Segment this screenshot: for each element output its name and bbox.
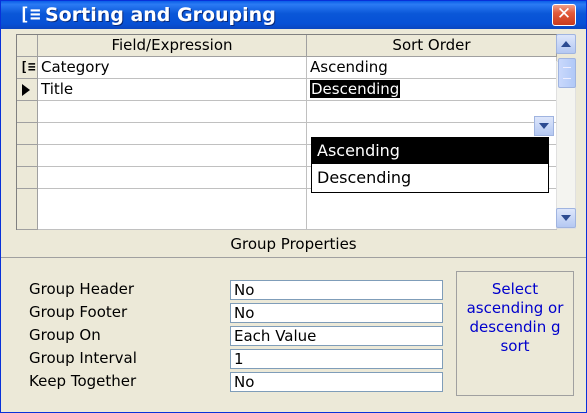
field-cell[interactable] [38,101,307,123]
sort-order-cell [307,189,557,230]
row-selector-header[interactable] [17,35,38,57]
column-header-field: Field/Expression [38,35,307,57]
scroll-up-button[interactable] [556,34,576,54]
column-header-sort-order: Sort Order [307,35,557,57]
row-selector[interactable] [17,145,38,167]
row-selector[interactable] [17,79,38,101]
sorting-grid: Field/Expression Sort Order [≡ Category … [16,34,557,230]
scroll-thumb[interactable] [558,58,576,88]
group-interval-field[interactable]: 1 [230,349,443,369]
field-cell[interactable] [38,145,307,167]
field-cell[interactable] [38,167,307,189]
field-cell[interactable]: Title [38,79,307,101]
group-header-field[interactable]: No [230,280,443,300]
divider [1,257,586,258]
help-text-panel: Select ascending or descendin g sort [456,271,574,396]
group-interval-label: Group Interval [29,349,137,367]
current-row-arrow-icon [22,84,30,96]
dropdown-option-ascending[interactable]: Ascending [312,138,548,164]
keep-together-field[interactable]: No [230,372,443,392]
row-selector[interactable] [17,167,38,189]
sort-order-cell[interactable] [307,101,557,123]
sort-order-combo[interactable]: Descending [307,79,557,101]
sort-order-cell[interactable]: Ascending [307,57,557,79]
sorting-grouping-icon: [≡ [19,4,41,25]
group-footer-field[interactable]: No [230,303,443,323]
row-selector[interactable]: [≡ [17,57,38,79]
group-icon: [≡ [20,60,36,75]
sorting-grouping-dialog: [≡ Sorting and Grouping ✕ Field/Expressi… [0,0,587,413]
group-on-field[interactable]: Each Value [230,326,443,346]
field-cell[interactable] [38,123,307,145]
sort-order-selected-value: Descending [310,80,401,98]
title-bar[interactable]: [≡ Sorting and Grouping ✕ [1,1,586,29]
window-title: Sorting and Grouping [45,4,276,26]
group-properties-title: Group Properties [230,235,357,253]
group-on-label: Group On [29,326,101,344]
row-selector[interactable] [17,101,38,123]
group-header-label: Group Header [29,280,135,298]
row-selector[interactable] [17,123,38,145]
sort-order-dropdown-list: Ascending Descending [311,137,549,193]
scroll-down-button[interactable] [556,208,576,228]
group-footer-label: Group Footer [29,303,128,321]
field-cell [38,189,307,230]
field-cell[interactable]: Category [38,57,307,79]
close-button[interactable]: ✕ [552,4,576,26]
grid-vertical-scrollbar[interactable] [556,34,576,229]
sort-order-dropdown-button[interactable] [534,116,554,136]
keep-together-label: Keep Together [29,372,137,390]
dropdown-option-descending[interactable]: Descending [312,165,548,191]
row-selector [17,189,38,230]
